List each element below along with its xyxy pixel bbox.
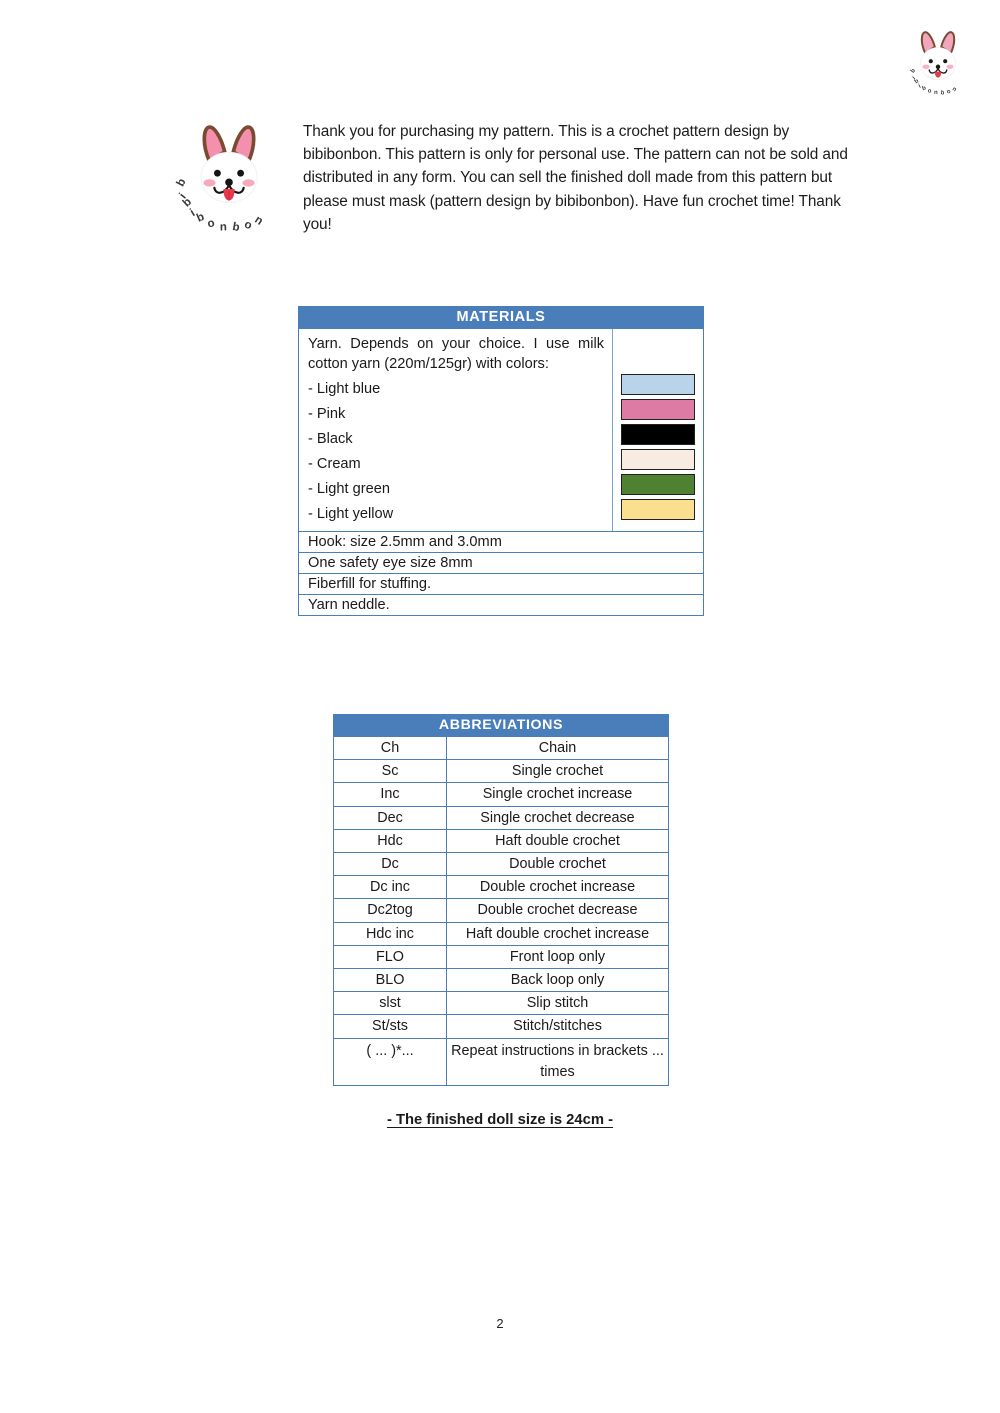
abbreviations-table: ABBREVIATIONS Ch Chain Sc Single crochet… [333,714,669,1086]
materials-row: Yarn neddle. [299,594,703,615]
materials-color-label: - Cream [308,456,361,473]
abbreviation-term: Dc inc [334,876,447,899]
swatch-spacer [621,329,695,374]
abbreviation-definition: Double crochet [509,856,606,873]
abbreviation-term: Ch [334,737,447,760]
svg-text:n: n [934,90,938,96]
color-swatch-light-green [621,474,695,495]
svg-text:o: o [206,217,215,230]
svg-text:b: b [175,177,189,189]
table-row: Dc inc Double crochet increase [334,875,668,899]
abbreviation-definition: Double crochet increase [479,879,636,896]
abbreviation-definition: Repeat instructions in brackets ... time… [451,1042,664,1080]
materials-color-swatches [613,329,703,531]
svg-text:n: n [252,214,264,228]
abbreviations-table-header: ABBREVIATIONS [334,715,668,736]
abbreviation-definition: Chain [538,740,577,756]
svg-text:n: n [951,86,958,93]
materials-color-label: - Light blue [308,381,381,398]
table-row: Dec Single crochet decrease [334,805,668,829]
abbreviation-term: Inc [334,783,447,806]
abbreviation-definition: Slip stitch [526,995,589,1012]
abbreviation-term: Dec [334,806,447,829]
abbreviation-term: Hdc [334,829,447,853]
abbreviation-term: Dc2tog [334,899,447,922]
materials-table: MATERIALS Yarn. Depends on your choice. … [298,306,704,617]
bibibonbon-dog-logo-icon: b i b i b o n b o n [168,112,290,238]
materials-row: Hook: size 2.5mm and 3.0mm [299,531,703,552]
abbreviation-definition: Single crochet increase [482,786,633,803]
abbreviation-term: St/sts [334,1015,447,1038]
table-row: Inc Single crochet increase [334,782,668,806]
color-swatch-light-blue [621,374,695,395]
abbreviation-definition: Stitch/stitches [513,1018,602,1035]
materials-yarn-labels: Yarn. Depends on your choice. I use milk… [299,329,613,532]
abbreviation-term: BLO [334,969,447,992]
abbreviation-definition: Haft double crochet [495,832,620,849]
table-row: ( ... )*... Repeat instructions in brack… [334,1037,668,1085]
svg-text:b: b [922,85,928,92]
table-row: Ch Chain [334,736,668,760]
color-swatch-cream [621,449,695,470]
finished-doll-size-note: - The finished doll size is 24cm - [386,1112,614,1128]
materials-row: Fiberfill for stuffing. [299,573,703,594]
color-swatch-pink [621,399,695,420]
abbreviation-definition: Double crochet decrease [477,902,638,919]
table-row: BLO Back loop only [334,968,668,992]
abbreviation-term: Hdc inc [334,922,447,945]
svg-text:b: b [195,211,206,225]
abbreviation-definition: Single crochet decrease [480,809,635,826]
materials-yarn-intro: Yarn. Depends on your choice. I use milk… [308,336,604,372]
abbreviation-definition: Haft double crochet increase [465,925,650,942]
svg-text:o: o [946,89,952,96]
materials-color-label: - Black [308,431,353,448]
document-page: b i b i b o n b o n b i b i b o n b o n … [0,0,1000,1413]
abbreviation-term: Dc [334,853,447,876]
abbreviation-term: Sc [334,760,447,783]
abbreviation-definition: Single crochet [511,763,604,780]
materials-color-label: - Light yellow [308,506,394,523]
svg-text:n: n [220,221,227,233]
abbreviation-term: slst [334,992,447,1015]
table-row: Dc2tog Double crochet decrease [334,898,668,922]
table-row: slst Slip stitch [334,991,668,1015]
table-row: St/sts Stitch/stitches [334,1014,668,1038]
page-number: 2 [496,1316,504,1331]
bibibonbon-dog-logo-small-icon: b i b i b o n b o n [898,22,978,102]
materials-color-label: - Light green [308,481,390,498]
color-swatch-light-yellow [621,499,695,520]
abbreviation-term: FLO [334,945,447,969]
svg-text:o: o [243,218,254,232]
table-row: Hdc inc Haft double crochet increase [334,921,668,945]
abbreviation-definition: Back loop only [510,972,605,989]
table-row: Dc Double crochet [334,852,668,876]
svg-text:b: b [232,221,241,234]
intro-paragraph: Thank you for purchasing my pattern. Thi… [303,123,848,233]
svg-text:o: o [927,88,932,94]
materials-color-label: - Pink [308,406,346,423]
abbreviation-definition: Front loop only [509,948,606,965]
table-row: Hdc Haft double crochet [334,828,668,853]
materials-yarn-block: Yarn. Depends on your choice. I use milk… [299,328,703,532]
materials-row: One safety eye size 8mm [299,552,703,573]
table-row: FLO Front loop only [334,944,668,969]
abbreviation-term: ( ... )*... [334,1038,447,1085]
table-row: Sc Single crochet [334,759,668,783]
materials-table-header: MATERIALS [299,307,703,328]
color-swatch-black [621,424,695,445]
svg-text:b: b [910,68,917,75]
svg-text:b: b [940,90,945,97]
